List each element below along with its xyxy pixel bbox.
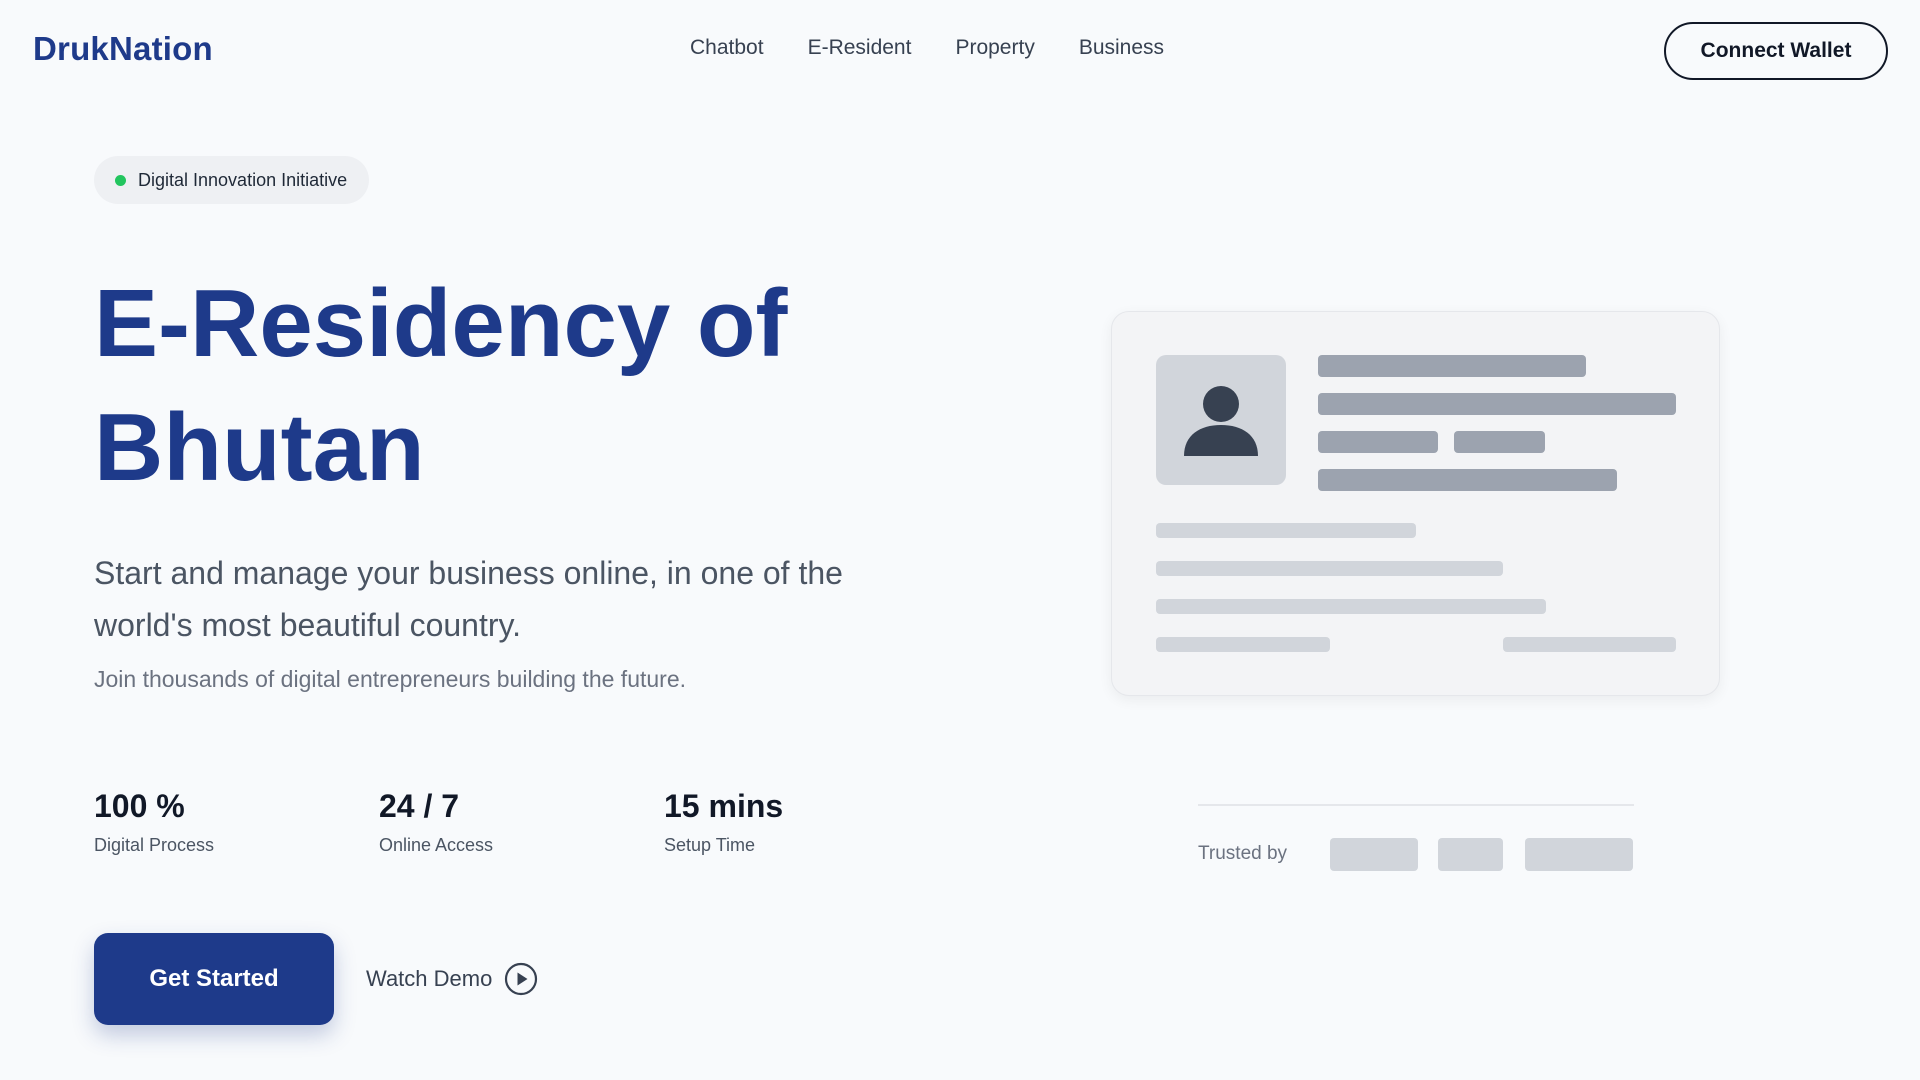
- stat-online-access: 24 / 7 Online Access: [379, 788, 493, 856]
- avatar-placeholder: [1156, 355, 1286, 485]
- user-icon: [1184, 386, 1258, 456]
- hero-subtitle-line-1: Start and manage your business online, i…: [94, 555, 843, 591]
- hero-title-line-2: Bhutan: [94, 394, 425, 501]
- stat-value: 100 %: [94, 788, 185, 824]
- hero-title: E-Residency of Bhutan: [94, 262, 914, 510]
- main-nav: Chatbot E-Resident Property Business: [690, 36, 1164, 60]
- stat-value: 24 / 7: [379, 788, 460, 824]
- stat-value: 15 mins: [664, 788, 784, 824]
- stat-setup-time: 15 mins Setup Time: [664, 788, 783, 856]
- connect-wallet-button[interactable]: Connect Wallet: [1664, 22, 1888, 80]
- hero-subtitle-line-2: world's most beautiful country.: [94, 607, 522, 643]
- placeholder-line: [1503, 637, 1676, 652]
- hero-title-line-1: E-Residency of: [94, 270, 788, 377]
- stat-label: Digital Process: [94, 835, 215, 855]
- placeholder-line: [1156, 637, 1330, 652]
- nav-link-business[interactable]: Business: [1079, 36, 1164, 60]
- watch-demo-label: Watch Demo: [366, 966, 493, 991]
- placeholder-line: [1318, 431, 1438, 453]
- badge-label: Digital Innovation Initiative: [138, 169, 348, 190]
- hero-subtitle: Start and manage your business online, i…: [94, 547, 914, 651]
- nav-link-e-resident[interactable]: E-Resident: [808, 36, 912, 60]
- placeholder-line: [1156, 561, 1503, 576]
- stat-label: Setup Time: [664, 835, 756, 855]
- trusted-by-label: Trusted by: [1198, 843, 1288, 864]
- partner-logo-placeholder: [1438, 838, 1503, 871]
- site-header: DrukNation Chatbot E-Resident Property B…: [0, 0, 1920, 100]
- placeholder-line: [1318, 393, 1676, 415]
- get-started-button[interactable]: Get Started: [94, 933, 334, 1025]
- play-circle-icon: [505, 962, 538, 996]
- watch-demo-link[interactable]: Watch Demo: [366, 962, 538, 996]
- placeholder-line: [1156, 523, 1416, 538]
- partner-logo-placeholder: [1525, 838, 1633, 871]
- placeholder-line: [1454, 431, 1545, 453]
- placeholder-line: [1318, 355, 1586, 377]
- initiative-badge: Digital Innovation Initiative: [94, 156, 370, 204]
- placeholder-line: [1318, 469, 1617, 491]
- nav-link-chatbot[interactable]: Chatbot: [690, 36, 764, 60]
- id-card-illustration: [1111, 311, 1720, 696]
- divider: [1198, 804, 1634, 806]
- partner-logo-placeholder: [1330, 838, 1418, 871]
- stat-digital-process: 100 % Digital Process: [94, 788, 214, 856]
- stat-label: Online Access: [379, 835, 494, 855]
- placeholder-line: [1156, 599, 1546, 614]
- status-dot-icon: [115, 174, 126, 186]
- nav-link-property[interactable]: Property: [955, 36, 1034, 60]
- brand-logo[interactable]: DrukNation: [33, 30, 213, 68]
- hero-note: Join thousands of digital entrepreneurs …: [94, 666, 687, 692]
